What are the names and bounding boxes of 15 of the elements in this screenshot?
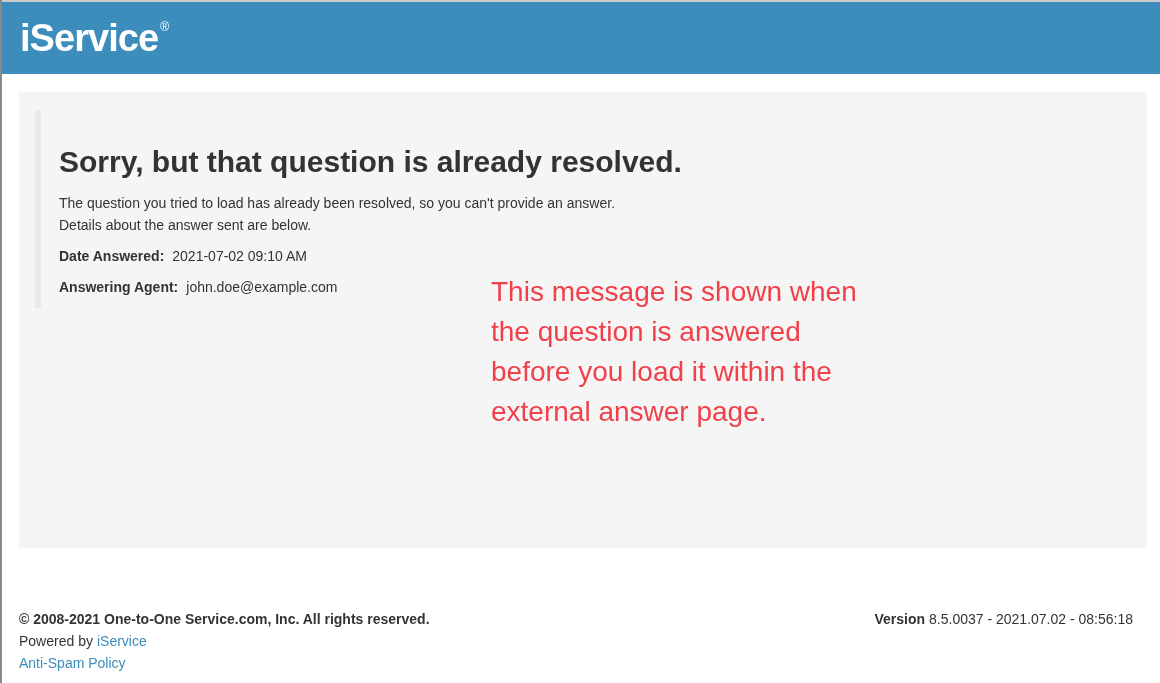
copyright-text: © 2008-2021 One-to-One Service.com, Inc. All rights reserved. — [19, 610, 430, 629]
annotation-text: This message is shown when the question is answered before you load it within the external answer page. — [491, 275, 858, 429]
version-label: Version — [874, 610, 926, 629]
anti-spam-policy-link[interactable]: Anti-Spam Policy — [19, 652, 430, 674]
logo[interactable]: iService® — [20, 19, 170, 57]
message-text: Details about the answer sent are below. — [59, 216, 312, 235]
iservice-link[interactable]: iService — [96, 630, 147, 652]
detail-value: john.doe@example.com — [186, 278, 338, 297]
powered-by-text: Powered by — [19, 632, 93, 651]
detail-label: Answering Agent: — [59, 278, 179, 297]
version-text: 8.5.0037 - 2021.07.02 - 08:56:18 — [929, 610, 1133, 629]
detail-value: 2021-07-02 09:10 AM — [172, 247, 307, 266]
message-title: Sorry, but that question is already resolved. — [59, 144, 682, 180]
detail-label: Date Answered: — [59, 247, 165, 266]
message-text: The question you tried to load has already been resolved, so you can't provide an answer. — [59, 194, 616, 213]
